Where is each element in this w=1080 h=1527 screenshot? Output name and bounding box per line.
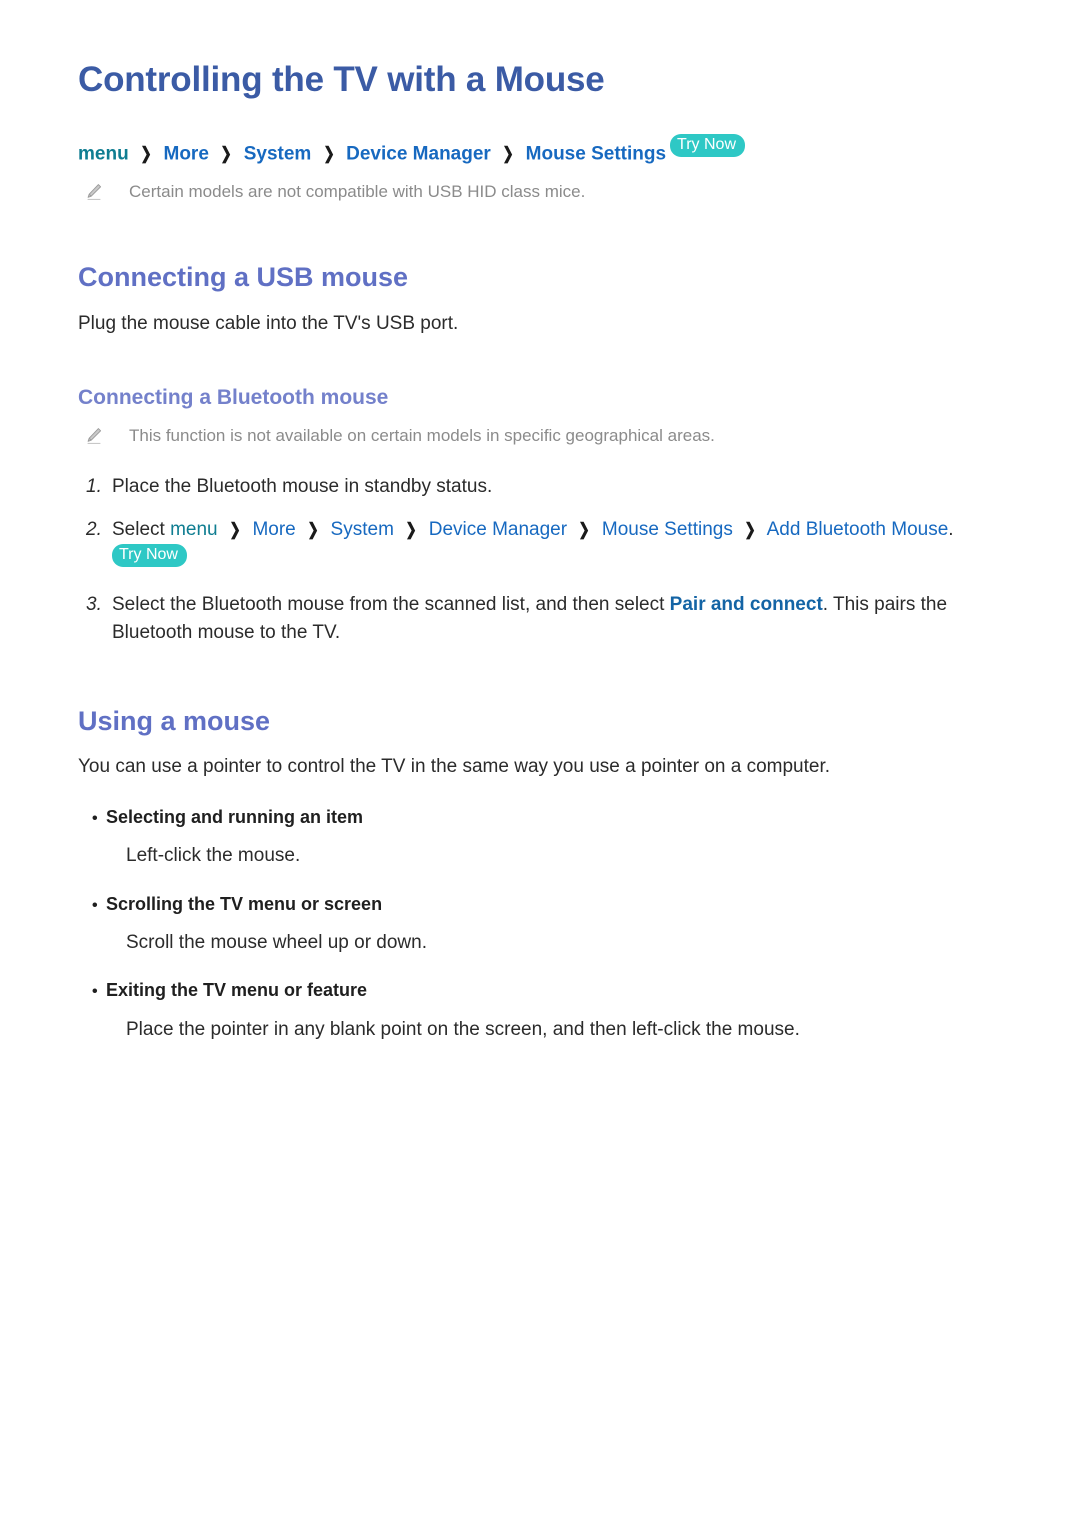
breadcrumb-item-system[interactable]: System	[244, 143, 312, 164]
breadcrumb-item-mouse-settings[interactable]: Mouse Settings	[602, 519, 733, 540]
note-text: This function is not available on certai…	[129, 426, 715, 446]
breadcrumb-item-menu[interactable]: menu	[78, 143, 129, 164]
document-page: Controlling the TV with a Mouse menu ❯ M…	[0, 0, 1080, 1043]
chevron-right-icon: ❯	[229, 519, 241, 539]
bullet-icon: •	[92, 896, 98, 914]
try-now-badge[interactable]: Try Now	[112, 544, 187, 568]
section-heading-usb-mouse: Connecting a USB mouse	[78, 262, 409, 293]
chevron-right-icon: ❯	[578, 519, 591, 539]
chevron-right-icon: ❯	[744, 519, 756, 539]
note-text: Certain models are not compatible with U…	[129, 181, 586, 201]
breadcrumb-item-device-manager[interactable]: Device Manager	[429, 519, 567, 540]
pencil-icon	[85, 427, 103, 445]
link-pair-and-connect[interactable]: Pair and connect	[670, 594, 823, 615]
breadcrumb-item-device-manager[interactable]: Device Manager	[346, 143, 491, 164]
bullet-item-description: Scroll the mouse wheel up or down.	[126, 931, 427, 953]
section-heading-using-a-mouse: Using a mouse	[78, 705, 271, 736]
section-heading-bluetooth-mouse: Connecting a Bluetooth mouse	[78, 386, 389, 410]
breadcrumb-item-menu[interactable]: menu	[170, 519, 218, 540]
list-item: 1. Place the Bluetooth mouse in standby …	[78, 473, 1002, 502]
pencil-icon	[85, 183, 103, 201]
bullet-item-heading: • Exiting the TV menu or feature	[78, 978, 1002, 1003]
chevron-right-icon: ❯	[323, 144, 335, 164]
bullet-item-heading: • Scrolling the TV menu or screen	[78, 892, 1002, 917]
chevron-right-icon: ❯	[220, 144, 233, 164]
chevron-right-icon: ❯	[405, 519, 418, 539]
list-item: 3. Select the Bluetooth mouse from the s…	[78, 591, 1002, 648]
list-item-number: 3.	[86, 593, 102, 615]
list-item-number: 1.	[86, 476, 102, 498]
chevron-right-icon: ❯	[307, 519, 319, 539]
bullet-item-description: Left-click the mouse.	[126, 844, 301, 866]
breadcrumb: menu ❯ More ❯ System ❯ Device Manager ❯ …	[78, 133, 1002, 167]
using-mouse-bullet-list: • Selecting and running an item Left-cli…	[78, 805, 1002, 1044]
page-title: Controlling the TV with a Mouse	[78, 60, 605, 99]
list-item: • Selecting and running an item Left-cli…	[78, 805, 1002, 870]
breadcrumb-item-more[interactable]: More	[252, 519, 295, 540]
list-item-text: Select menu ❯ More ❯ System ❯ Device Man…	[112, 516, 982, 577]
step-lead-text: Select	[112, 518, 165, 540]
bluetooth-pairing-steps: 1. Place the Bluetooth mouse in standby …	[78, 473, 1002, 648]
note-usb-hid: Certain models are not compatible with U…	[78, 180, 1002, 205]
bullet-item-description: Place the pointer in any blank point on …	[126, 1018, 800, 1040]
breadcrumb-item-system[interactable]: System	[331, 519, 394, 540]
list-item: 2. Select menu ❯ More ❯ System ❯ Device …	[78, 516, 1002, 577]
bullet-item-heading: • Selecting and running an item	[78, 805, 1002, 830]
chevron-right-icon: ❯	[502, 144, 514, 164]
using-mouse-intro-text: You can use a pointer to control the TV …	[78, 756, 831, 778]
step-text-before: Select the Bluetooth mouse from the scan…	[112, 593, 670, 615]
note-geo-restriction: This function is not available on certai…	[78, 424, 1002, 449]
bullet-item-title: Exiting the TV menu or feature	[106, 980, 368, 1001]
step-trailing-punctuation: .	[948, 518, 954, 540]
bullet-icon: •	[92, 809, 98, 827]
usb-mouse-body-text: Plug the mouse cable into the TV's USB p…	[78, 312, 459, 334]
breadcrumb-item-add-bluetooth-mouse[interactable]: Add Bluetooth Mouse	[767, 519, 949, 540]
list-item: • Scrolling the TV menu or screen Scroll…	[78, 892, 1002, 957]
chevron-right-icon: ❯	[140, 144, 152, 164]
list-item-text: Select the Bluetooth mouse from the scan…	[112, 591, 982, 648]
bullet-item-title: Selecting and running an item	[106, 806, 364, 827]
list-item-text: Place the Bluetooth mouse in standby sta…	[112, 476, 493, 498]
list-item-number: 2.	[86, 518, 102, 540]
breadcrumb-item-more[interactable]: More	[164, 143, 209, 164]
bullet-item-title: Scrolling the TV menu or screen	[106, 893, 383, 914]
breadcrumb-item-mouse-settings[interactable]: Mouse Settings	[526, 143, 666, 164]
list-item: • Exiting the TV menu or feature Place t…	[78, 978, 1002, 1043]
bullet-icon: •	[92, 983, 98, 1001]
try-now-badge[interactable]: Try Now	[670, 133, 746, 158]
